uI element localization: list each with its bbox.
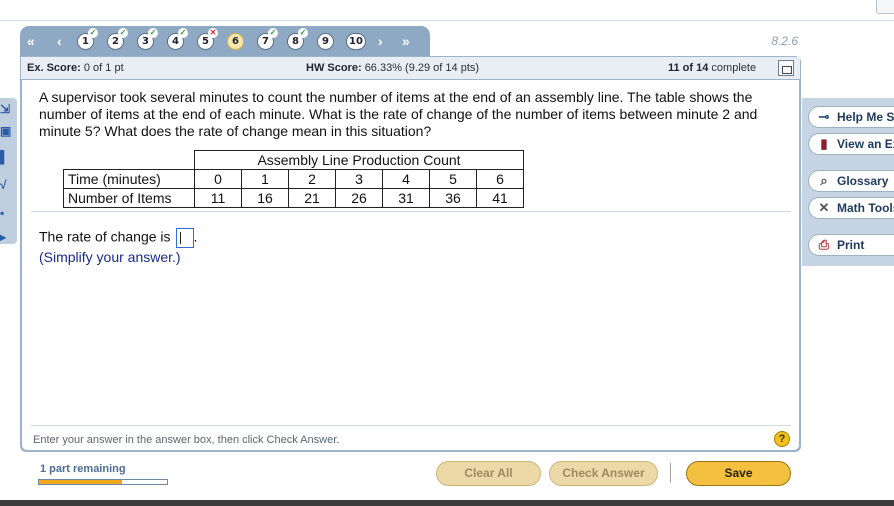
- tool-icon-5[interactable]: ▪: [0, 204, 14, 222]
- key-icon: ⊸: [818, 109, 830, 124]
- table-cell: 3: [335, 169, 383, 189]
- table-cell: 2: [288, 169, 336, 189]
- print-button[interactable]: ⎙ Print: [808, 234, 894, 256]
- corner-widget[interactable]: [876, 0, 894, 14]
- side-tools-panel: ⊸Help Me Solve This ▮View an Example ⌕Gl…: [802, 98, 894, 266]
- help-icon[interactable]: ?: [774, 431, 790, 447]
- answer-suffix: .: [193, 228, 198, 245]
- glossary-button[interactable]: ⌕ Glossary: [808, 170, 894, 192]
- divider: [31, 425, 791, 426]
- progress-fill: [39, 480, 123, 484]
- expand-icon[interactable]: [778, 60, 794, 76]
- check-icon: ✓: [118, 28, 128, 38]
- section-number: 8.2.6: [771, 34, 798, 48]
- check-icon: ✓: [178, 28, 188, 38]
- table-cell: 0: [194, 169, 242, 189]
- book-icon: ▮: [820, 136, 828, 151]
- tool-icon-3[interactable]: ▌: [0, 148, 14, 166]
- previous-question-icon[interactable]: ‹: [57, 32, 62, 50]
- table-cell: 41: [476, 188, 524, 208]
- help-me-solve-button[interactable]: ⊸Help Me Solve This: [808, 106, 894, 128]
- table-cell: 26: [335, 188, 383, 208]
- top-divider: [0, 20, 894, 21]
- tool-icon-6[interactable]: ▸: [0, 228, 14, 246]
- question-navigator: « ‹ 1 ✓ 2 ✓ 3 ✓ 4 ✓ 5 ✕ 6 7 ✓ 8 ✓ 9 10 › »: [20, 26, 430, 58]
- next-question-icon[interactable]: ›: [378, 32, 383, 50]
- table-cell: 6: [476, 169, 524, 189]
- check-answer-button[interactable]: Check Answer: [549, 461, 658, 486]
- tool-icon-2[interactable]: ▣: [0, 122, 14, 140]
- magnifier-icon: ⌕: [820, 173, 828, 188]
- first-question-icon[interactable]: «: [27, 32, 35, 50]
- bottom-bar: [0, 500, 894, 506]
- save-button[interactable]: Save: [686, 461, 791, 486]
- table-row: Number of Items 11 16 21 26 31 36 41: [63, 188, 524, 208]
- table-cell: 31: [382, 188, 430, 208]
- completion-status: 11 of 14 complete: [668, 62, 757, 74]
- instructions-text: Enter your answer in the answer box, the…: [33, 434, 340, 446]
- row-label-time: Time (minutes): [63, 169, 195, 189]
- table-cell: 1: [241, 169, 289, 189]
- printer-icon: ⎙: [818, 237, 830, 252]
- check-icon: ✓: [148, 28, 158, 38]
- table-caption: Assembly Line Production Count: [194, 150, 524, 170]
- table-cell: 16: [241, 188, 289, 208]
- check-icon: ✓: [88, 28, 98, 38]
- left-tools-strip: ⇲ ▣ ▌ √ ▪ ▸: [0, 98, 17, 244]
- parts-remaining: 1 part remaining: [40, 463, 126, 475]
- exercise-score: Ex. Score: 0 of 1 pt: [27, 62, 124, 74]
- check-icon: ✓: [298, 28, 308, 38]
- question-6-button[interactable]: 6: [227, 33, 244, 50]
- table-cell: 21: [288, 188, 336, 208]
- homework-score: HW Score: 66.33% (9.29 of 14 pts): [306, 62, 480, 74]
- answer-input[interactable]: [175, 228, 194, 248]
- view-example-button[interactable]: ▮View an Example: [808, 133, 894, 155]
- question-panel: Ex. Score: 0 of 1 pt HW Score: 66.33% (9…: [20, 56, 801, 452]
- row-label-items: Number of Items: [63, 188, 195, 208]
- table-cell: 4: [382, 169, 430, 189]
- check-icon: ✓: [268, 28, 278, 38]
- score-bar: Ex. Score: 0 of 1 pt HW Score: 66.33% (9…: [21, 57, 800, 79]
- math-tools-button[interactable]: ✕ Math Tools: [808, 197, 894, 219]
- tool-icon-4[interactable]: √: [0, 176, 14, 194]
- answer-hint: (Simplify your answer.): [39, 249, 181, 265]
- progress-bar: [38, 479, 168, 485]
- table-cell: 11: [194, 188, 242, 208]
- question-10-button[interactable]: 10: [346, 33, 366, 50]
- answer-line: The rate of change is.: [39, 228, 197, 248]
- answer-prefix: The rate of change is: [39, 228, 171, 245]
- question-9-button[interactable]: 9: [317, 33, 334, 50]
- question-text: A supervisor took several minutes to cou…: [39, 89, 758, 139]
- data-table: Assembly Line Production Count Time (min…: [63, 150, 524, 208]
- table-cell: 36: [429, 188, 477, 208]
- tool-icon-1[interactable]: ⇲: [0, 100, 14, 118]
- table-cell: 5: [429, 169, 477, 189]
- table-row: Time (minutes) 0 1 2 3 4 5 6: [63, 169, 524, 189]
- button-separator: [670, 463, 671, 483]
- question-content: A supervisor took several minutes to cou…: [22, 80, 799, 450]
- x-icon: ✕: [208, 28, 218, 38]
- clear-all-button[interactable]: Clear All: [436, 461, 541, 486]
- divider: [31, 211, 791, 212]
- tools-icon: ✕: [818, 200, 830, 215]
- last-question-icon[interactable]: »: [402, 32, 410, 50]
